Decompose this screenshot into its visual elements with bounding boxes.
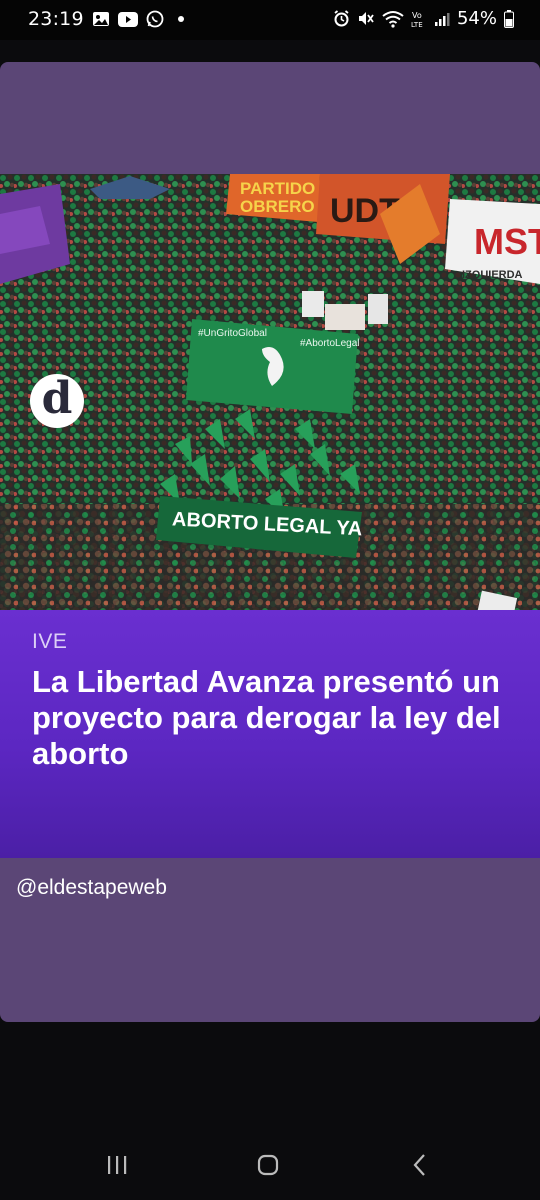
banner-izquierda: IZQUIERDA (462, 269, 523, 281)
wifi-icon (382, 10, 404, 28)
mute-icon (357, 10, 375, 27)
status-bar: 23:19 Vo LTE 54% (0, 0, 540, 40)
back-icon (413, 1154, 425, 1176)
gallery-icon (92, 11, 110, 27)
logo-letter: d (41, 373, 73, 424)
volte-label-lte: LTE (411, 21, 423, 28)
author-handle[interactable]: @eldestapeweb (16, 876, 167, 900)
signal-icon (434, 11, 450, 27)
banner-tag-right: #AbortoLegal (300, 338, 360, 349)
whatsapp-icon (146, 10, 164, 28)
banner-mst-sign: MST (474, 221, 540, 262)
banner-top-left-text-2: OBRERO (240, 197, 315, 216)
youtube-icon (117, 11, 138, 27)
volte-label-vo: Vo (412, 11, 422, 20)
post-kicker: IVE (32, 630, 68, 653)
home-button[interactable] (248, 1150, 288, 1180)
battery-percent: 54% (456, 8, 497, 29)
post-headline: La Libertad Avanza presentó un proyecto … (32, 664, 501, 771)
banner-top-left-text-1: PARTIDO (240, 179, 315, 198)
recent-apps-button[interactable] (97, 1150, 137, 1180)
battery-icon (504, 9, 514, 28)
post-image[interactable]: PARTIDO OBRERO UDT MST IZQUIERDA #UnGrit… (0, 174, 540, 672)
volte-icon: Vo LTE (411, 10, 427, 28)
headline-block: IVE La Libertad Avanza presentó un proye… (0, 610, 540, 858)
alarm-icon (333, 10, 350, 27)
home-icon (257, 1154, 279, 1176)
recent-apps-icon (108, 1156, 127, 1174)
banner-tag-left: #UnGritoGlobal (198, 328, 267, 339)
navigation-bar (0, 1120, 540, 1200)
protest-crowd-photo: PARTIDO OBRERO UDT MST IZQUIERDA #UnGrit… (0, 174, 540, 672)
post-card[interactable]: PARTIDO OBRERO UDT MST IZQUIERDA #UnGrit… (0, 62, 540, 1022)
more-notifications-dot (177, 16, 184, 22)
el-destape-logo: d (30, 374, 84, 428)
back-button[interactable] (400, 1150, 440, 1180)
status-time: 23:19 (28, 8, 84, 30)
